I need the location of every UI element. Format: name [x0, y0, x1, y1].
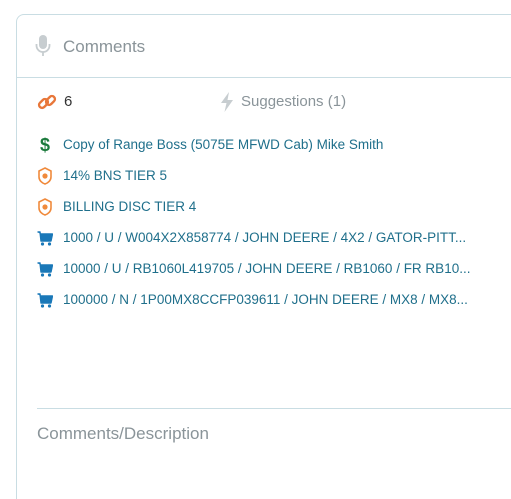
list-item-text[interactable]: 100000 / N / 1P00MX8CCFP039611 / JOHN DE… — [63, 292, 468, 307]
panel-title: Comments — [63, 37, 146, 56]
list-item[interactable]: 100000 / N / 1P00MX8CCFP039611 / JOHN DE… — [17, 290, 511, 312]
cart-icon — [37, 293, 53, 308]
stats-row: 6 Suggestions (1) — [17, 89, 511, 117]
lightning-icon — [221, 92, 233, 112]
links-count[interactable]: 6 — [64, 93, 72, 110]
list-item-text[interactable]: 1000 / U / W004X2X858774 / JOHN DEERE / … — [63, 230, 466, 245]
link-icon[interactable] — [37, 92, 57, 112]
list-item[interactable]: 14% BNS TIER 5 — [17, 166, 511, 188]
list-item[interactable]: 10000 / U / RB1060L419705 / JOHN DEERE /… — [17, 259, 511, 281]
list-item[interactable]: BILLING DISC TIER 4 — [17, 197, 511, 219]
badge-icon — [38, 198, 52, 216]
badge-icon — [38, 167, 52, 185]
suggestions-link[interactable]: Suggestions (1) — [241, 93, 346, 110]
list-item[interactable]: 1000 / U / W004X2X858774 / JOHN DEERE / … — [17, 228, 511, 250]
list-item-text[interactable]: Copy of Range Boss (5075E MFWD Cab) Mike… — [63, 137, 383, 152]
cart-icon — [37, 262, 53, 277]
dollar-icon: $ — [40, 136, 50, 154]
list-item-text[interactable]: 14% BNS TIER 5 — [63, 168, 167, 183]
cart-icon — [37, 231, 53, 246]
description-field-label[interactable]: Comments/Description — [37, 424, 209, 444]
list-item-text[interactable]: 10000 / U / RB1060L419705 / JOHN DEERE /… — [63, 261, 470, 276]
svg-text:$: $ — [40, 136, 50, 154]
divider — [37, 408, 511, 409]
comments-panel: Comments 6 Suggestions (1) $ Copy of Ran… — [16, 14, 511, 499]
panel-header: Comments — [17, 15, 511, 78]
list-item[interactable]: $ Copy of Range Boss (5075E MFWD Cab) Mi… — [17, 135, 511, 157]
list-item-text[interactable]: BILLING DISC TIER 4 — [63, 199, 196, 214]
microphone-icon — [35, 35, 51, 56]
